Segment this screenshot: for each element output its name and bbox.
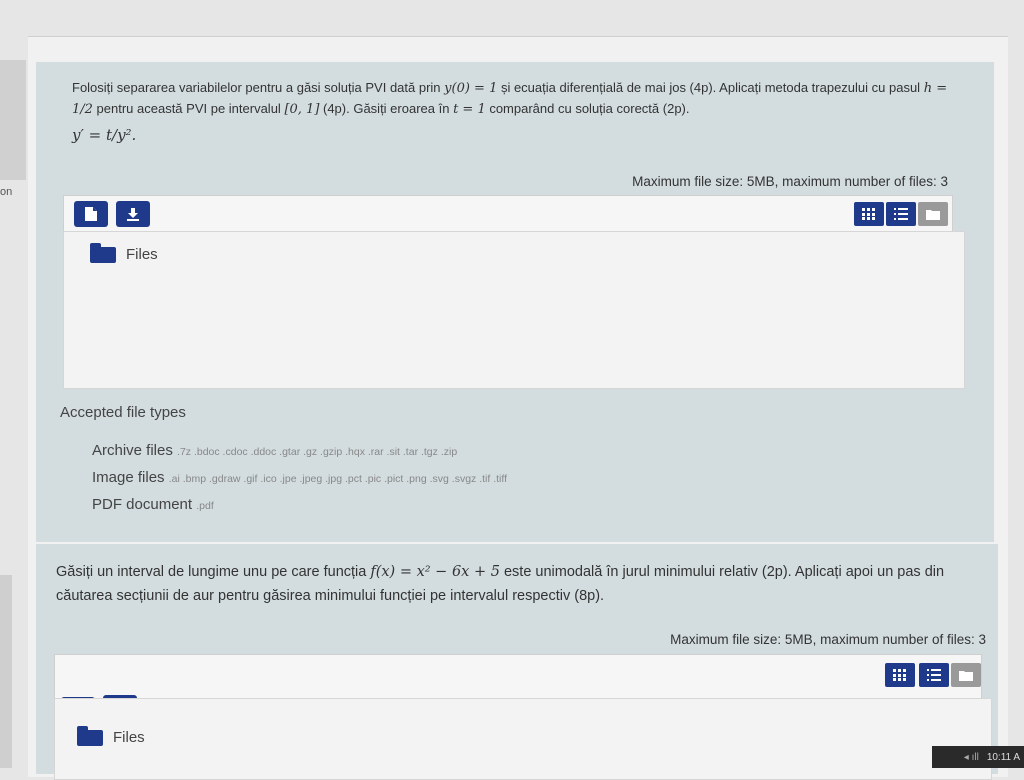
interval: [0, 1] [284, 102, 320, 117]
differential-equation: y′ = t/y². [72, 126, 137, 144]
question-text-segment: (4p). Găsiți eroarea în [319, 101, 454, 116]
list-view-icon [927, 669, 941, 681]
question-text-segment: Folosiți separarea variabilelor pentru a… [72, 80, 445, 95]
sidebar-label: on [0, 186, 13, 198]
system-taskbar: ◂ ıll 10:11 A [932, 746, 1024, 768]
grid-view-icon [862, 208, 875, 220]
file-type-label: PDF document [92, 496, 193, 513]
max-file-info: Maximum file size: 5MB, maximum number o… [632, 174, 948, 189]
grid-view-icon [893, 669, 906, 681]
question-text-segment: comparând cu soluția corectă (2p). [485, 101, 690, 116]
file-manager-toolbar [54, 654, 982, 723]
file-type-extensions: .7z .bdoc .cdoc .ddoc .gtar .gz .gzip .h… [177, 446, 458, 458]
folder-view-icon [959, 671, 973, 681]
file-type-row: Archive files .7z .bdoc .cdoc .ddoc .gta… [92, 438, 507, 465]
add-file-button[interactable] [74, 201, 108, 227]
add-file-icon [85, 207, 97, 221]
files-folder[interactable]: Files [77, 725, 145, 746]
list-view-button[interactable] [886, 202, 916, 226]
file-drop-area[interactable]: Files [63, 231, 965, 389]
question-1: Folosiți separarea variabilelor pentru a… [36, 62, 994, 542]
file-type-row: Image files .ai .bmp .gdraw .gif .ico .j… [92, 465, 507, 492]
file-type-label: Archive files [92, 442, 173, 459]
question-text-segment: pentru această PVI pe intervalul [92, 101, 285, 116]
left-sidebar-edge [0, 60, 26, 180]
file-type-extensions: .pdf [196, 500, 214, 512]
function-definition: f(x) = x² − 6x + 5 [370, 564, 500, 580]
list-view-icon [894, 208, 908, 220]
folder-view-button[interactable] [951, 663, 981, 687]
list-view-button[interactable] [919, 663, 949, 687]
file-type-extensions: .ai .bmp .gdraw .gif .ico .jpe .jpeg .jp… [168, 473, 508, 485]
files-folder[interactable]: Files [90, 242, 158, 263]
grid-view-button[interactable] [885, 663, 915, 687]
max-file-info: Maximum file size: 5MB, maximum number o… [670, 632, 986, 647]
folder-view-button[interactable] [918, 202, 948, 226]
file-manager-toolbar [63, 195, 953, 233]
folder-view-icon [926, 210, 940, 220]
taskbar-clock: 10:11 A [986, 751, 1020, 763]
left-sidebar-edge-lower [0, 575, 12, 768]
grid-view-button[interactable] [854, 202, 884, 226]
accepted-file-types-title: Accepted file types [60, 404, 186, 421]
folder-label: Files [113, 729, 145, 746]
download-icon [127, 208, 139, 221]
evaluation-point: t = 1 [453, 102, 486, 117]
initial-condition: y(0) = 1 [444, 81, 498, 96]
question-text-segment: și ecuația diferențială de mai jos (4p).… [497, 80, 924, 95]
question-2-text: Găsiți un interval de lungime unu pe car… [56, 560, 986, 608]
accepted-file-types-list: Archive files .7z .bdoc .cdoc .ddoc .gta… [92, 438, 507, 519]
page: { "sidebar": { "label": "on" }, "questio… [0, 0, 1024, 780]
tray-icons: ◂ ıll [963, 751, 979, 763]
download-button[interactable] [116, 201, 150, 227]
question-2: Găsiți un interval de lungime unu pe car… [36, 544, 998, 780]
folder-label: Files [126, 246, 158, 263]
question-1-text: Folosiți separarea variabilelor pentru a… [72, 78, 962, 120]
folder-icon [77, 725, 103, 746]
question-text-segment: Găsiți un interval de lungime unu pe car… [56, 564, 371, 580]
file-type-label: Image files [92, 469, 165, 486]
file-type-row: PDF document .pdf [92, 492, 507, 519]
folder-icon [90, 242, 116, 263]
